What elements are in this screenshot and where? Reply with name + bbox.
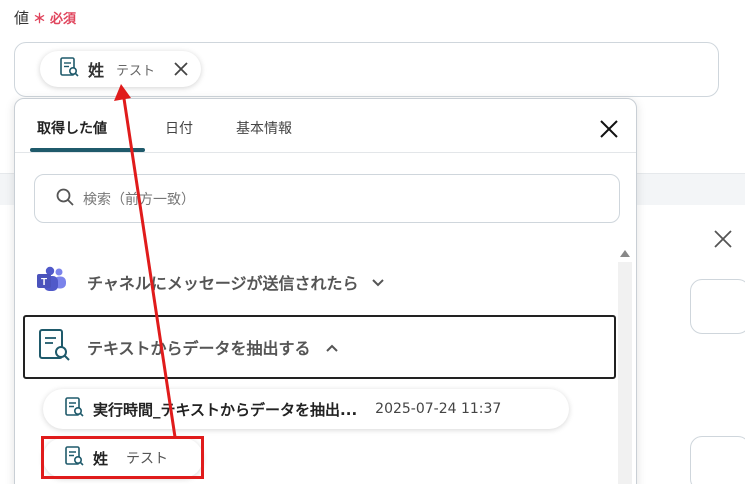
teams-icon: T bbox=[35, 266, 69, 298]
extract-data-icon bbox=[58, 56, 80, 82]
svg-text:T: T bbox=[41, 277, 47, 288]
tab-basic-info[interactable]: 基本情報 bbox=[236, 118, 292, 138]
value-item[interactable]: 実行時間_テキストからデータを抽出... 2025-07-24 11:37 bbox=[43, 389, 569, 429]
group-label: チャネルにメッセージが送信されたら bbox=[87, 274, 359, 293]
chip-name: 姓 bbox=[88, 61, 105, 80]
chip-sub: テスト bbox=[116, 63, 156, 79]
required-mark: ＊ bbox=[33, 12, 47, 27]
group-label: テキストからデータを抽出する bbox=[87, 339, 311, 358]
item-value: 2025-07-24 11:37 bbox=[375, 401, 502, 417]
scrollbar[interactable] bbox=[618, 262, 632, 484]
chevron-down-icon bbox=[371, 273, 385, 292]
search-icon bbox=[55, 187, 75, 211]
extract-data-icon bbox=[37, 327, 71, 367]
search-input[interactable]: 検索（前方一致） bbox=[34, 174, 620, 223]
tab-bar: 取得した値 日付 基本情報 bbox=[15, 99, 636, 153]
background-input[interactable] bbox=[690, 279, 745, 334]
group-teams-channel[interactable]: T チャネルにメッセージが送信されたら bbox=[35, 262, 615, 302]
field-label: 値 ＊ 必須 bbox=[14, 7, 76, 28]
value-picker-popup: 取得した値 日付 基本情報 検索（前方一致） T チャネルにメッセージが送信され… bbox=[14, 98, 637, 484]
selected-value-chip[interactable]: 姓 テスト bbox=[40, 51, 201, 87]
required-text: 必須 bbox=[50, 12, 77, 27]
field-label-text: 値 bbox=[14, 9, 30, 27]
tab-date[interactable]: 日付 bbox=[165, 118, 193, 138]
search-placeholder: 検索（前方一致） bbox=[83, 191, 195, 208]
annotation-highlight-box bbox=[41, 436, 204, 479]
background-input[interactable] bbox=[690, 436, 745, 484]
active-tab-indicator bbox=[30, 148, 145, 152]
extract-data-icon bbox=[63, 396, 85, 422]
close-icon[interactable] bbox=[713, 229, 733, 249]
close-icon[interactable] bbox=[598, 118, 620, 140]
group-extract-text-data[interactable]: テキストからデータを抽出する bbox=[23, 315, 616, 379]
tab-retrieved-values[interactable]: 取得した値 bbox=[37, 118, 107, 138]
item-name: 実行時間_テキストからデータを抽出... bbox=[93, 400, 358, 419]
scroll-up-arrow[interactable] bbox=[620, 250, 630, 257]
chevron-up-icon bbox=[325, 338, 339, 357]
close-icon[interactable] bbox=[173, 61, 189, 77]
